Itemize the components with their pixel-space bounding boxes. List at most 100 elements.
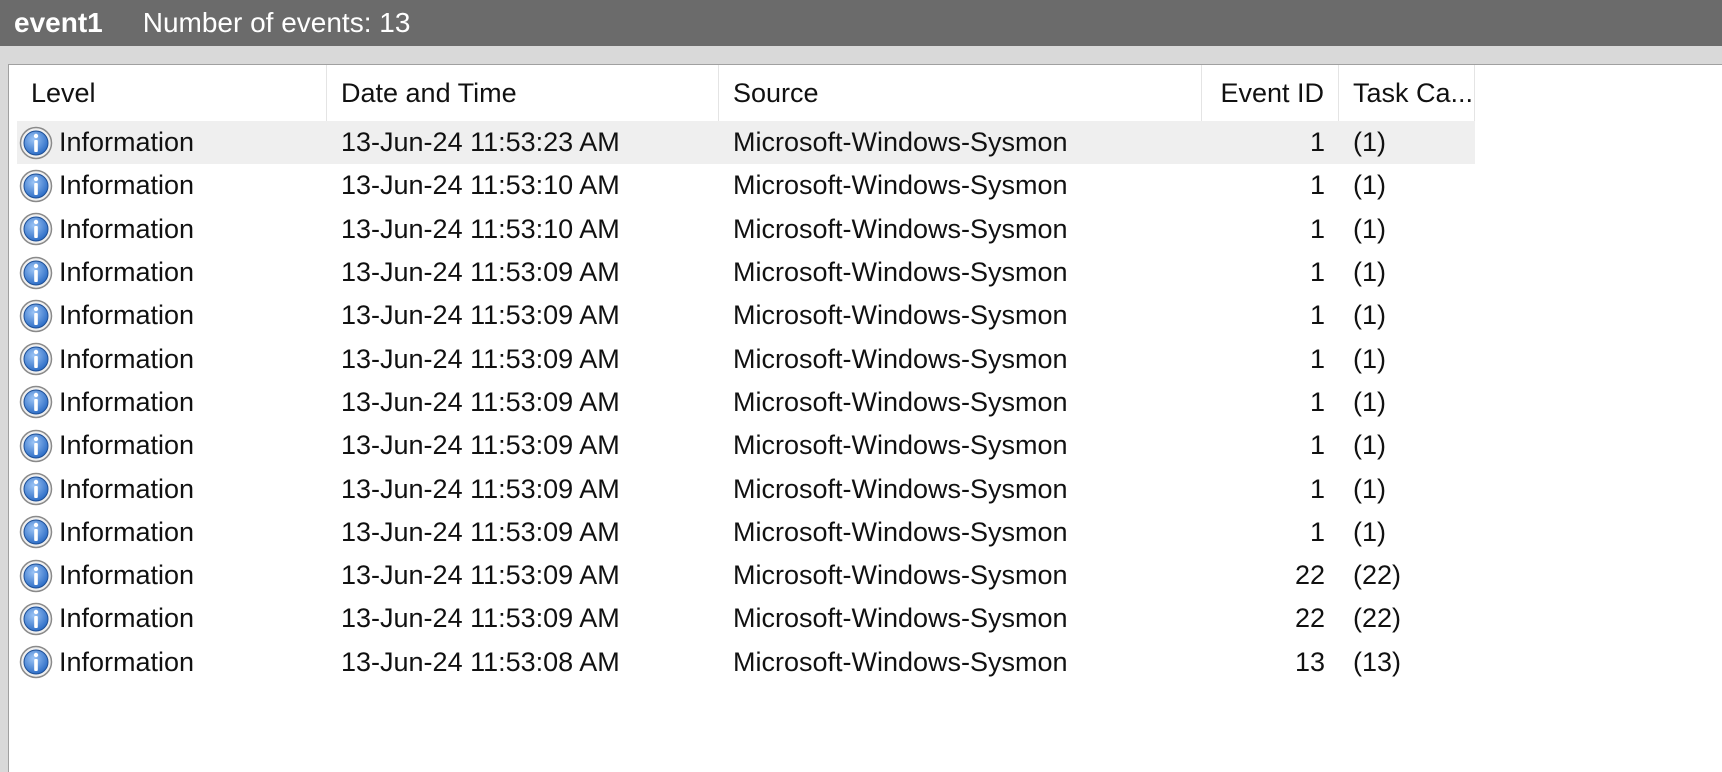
- cell-task-category: (1): [1353, 170, 1386, 201]
- cell-event-id: 1: [1309, 386, 1325, 417]
- table-row[interactable]: Information 13-Jun-24 11:53:09 AM Microsof…: [17, 294, 1475, 337]
- info-icon: [19, 602, 53, 636]
- cell-task-category: (13): [1353, 646, 1402, 677]
- cell-level: Information: [17, 472, 327, 506]
- level-label: Information: [59, 430, 195, 461]
- info-icon: [19, 472, 53, 506]
- cell-date-time: 13-Jun-24 11:53:23 AM: [341, 127, 620, 158]
- cell-task-category: (22): [1353, 560, 1402, 591]
- cell-source: Microsoft-Windows-Sysmon: [733, 646, 1068, 677]
- cell-task-category: (1): [1353, 257, 1386, 288]
- table-row[interactable]: Information 13-Jun-24 11:53:09 AM Microsof…: [17, 424, 1475, 467]
- column-header-date-time[interactable]: Date and Time: [327, 65, 719, 121]
- cell-date-time: 13-Jun-24 11:53:09 AM: [341, 257, 620, 288]
- info-icon: [19, 429, 53, 463]
- table-row[interactable]: Information 13-Jun-24 11:53:09 AM Microsof…: [17, 554, 1475, 597]
- event-count: Number of events: 13: [142, 7, 411, 38]
- log-title-bar: event1 Number of events: 13: [0, 0, 1722, 46]
- table-row[interactable]: Information 13-Jun-24 11:53:10 AM Microsof…: [17, 208, 1475, 251]
- level-label: Information: [59, 516, 195, 547]
- cell-source: Microsoft-Windows-Sysmon: [733, 300, 1068, 331]
- cell-level: Information: [17, 299, 327, 333]
- cell-task-category: (1): [1353, 300, 1386, 331]
- level-label: Information: [59, 473, 195, 504]
- info-icon: [19, 212, 53, 246]
- cell-task-category: (1): [1353, 343, 1386, 374]
- table-body: Information 13-Jun-24 11:53:23 AM Microsof…: [17, 121, 1475, 684]
- cell-task-category: (1): [1353, 430, 1386, 461]
- cell-task-category: (1): [1353, 386, 1386, 417]
- column-header-task-category[interactable]: Task Ca...: [1339, 65, 1475, 121]
- cell-event-id: 1: [1309, 343, 1325, 374]
- cell-event-id: 1: [1309, 257, 1325, 288]
- cell-event-id: 1: [1309, 516, 1325, 547]
- cell-event-id: 1: [1309, 473, 1325, 504]
- cell-date-time: 13-Jun-24 11:53:10 AM: [341, 170, 620, 201]
- table-row[interactable]: Information 13-Jun-24 11:53:09 AM Microsof…: [17, 381, 1475, 424]
- table-row[interactable]: Information 13-Jun-24 11:53:09 AM Microsof…: [17, 251, 1475, 294]
- table-row[interactable]: Information 13-Jun-24 11:53:23 AM Microsof…: [17, 121, 1475, 165]
- info-icon: [19, 342, 53, 376]
- level-label: Information: [59, 646, 195, 677]
- level-label: Information: [59, 386, 195, 417]
- column-header-event-id[interactable]: Event ID: [1202, 65, 1339, 121]
- level-label: Information: [59, 560, 195, 591]
- info-icon: [19, 256, 53, 290]
- info-icon: [19, 559, 53, 593]
- cell-level: Information: [17, 602, 327, 636]
- cell-event-id: 1: [1309, 300, 1325, 331]
- info-icon: [19, 515, 53, 549]
- cell-task-category: (1): [1353, 213, 1386, 244]
- level-label: Information: [59, 343, 195, 374]
- cell-source: Microsoft-Windows-Sysmon: [733, 343, 1068, 374]
- column-header-source[interactable]: Source: [719, 65, 1202, 121]
- cell-source: Microsoft-Windows-Sysmon: [733, 386, 1068, 417]
- cell-date-time: 13-Jun-24 11:53:09 AM: [341, 430, 620, 461]
- cell-source: Microsoft-Windows-Sysmon: [733, 170, 1068, 201]
- cell-level: Information: [17, 559, 327, 593]
- cell-level: Information: [17, 385, 327, 419]
- cell-event-id: 22: [1294, 560, 1325, 591]
- cell-source: Microsoft-Windows-Sysmon: [733, 430, 1068, 461]
- cell-source: Microsoft-Windows-Sysmon: [733, 560, 1068, 591]
- level-label: Information: [59, 213, 195, 244]
- cell-date-time: 13-Jun-24 11:53:09 AM: [341, 386, 620, 417]
- cell-date-time: 13-Jun-24 11:53:08 AM: [341, 646, 620, 677]
- column-header-level[interactable]: Level: [17, 65, 327, 121]
- cell-source: Microsoft-Windows-Sysmon: [733, 603, 1068, 634]
- cell-level: Information: [17, 256, 327, 290]
- cell-date-time: 13-Jun-24 11:53:09 AM: [341, 603, 620, 634]
- cell-task-category: (22): [1353, 603, 1402, 634]
- panel-frame: Level Date and Time Source Event ID Task…: [0, 46, 1722, 772]
- table-row[interactable]: Information 13-Jun-24 11:53:09 AM Microsof…: [17, 337, 1475, 380]
- cell-level: Information: [17, 429, 327, 463]
- info-icon: [19, 169, 53, 203]
- cell-event-id: 22: [1294, 603, 1325, 634]
- level-label: Information: [59, 300, 195, 331]
- table-row[interactable]: Information 13-Jun-24 11:53:10 AM Microsof…: [17, 164, 1475, 207]
- cell-level: Information: [17, 169, 327, 203]
- info-icon: [19, 126, 53, 160]
- cell-date-time: 13-Jun-24 11:53:09 AM: [341, 473, 620, 504]
- level-label: Information: [59, 603, 195, 634]
- table-row[interactable]: Information 13-Jun-24 11:53:09 AM Microsof…: [17, 597, 1475, 640]
- cell-level: Information: [17, 212, 327, 246]
- cell-date-time: 13-Jun-24 11:53:09 AM: [341, 560, 620, 591]
- cell-source: Microsoft-Windows-Sysmon: [733, 213, 1068, 244]
- level-label: Information: [59, 127, 195, 158]
- cell-source: Microsoft-Windows-Sysmon: [733, 257, 1068, 288]
- cell-date-time: 13-Jun-24 11:53:09 AM: [341, 300, 620, 331]
- cell-level: Information: [17, 515, 327, 549]
- info-icon: [19, 385, 53, 419]
- table-row[interactable]: Information 13-Jun-24 11:53:08 AM Microsof…: [17, 641, 1475, 684]
- event-viewer-window: event1 Number of events: 13 Level Date a…: [0, 0, 1722, 772]
- cell-event-id: 1: [1309, 430, 1325, 461]
- cell-date-time: 13-Jun-24 11:53:09 AM: [341, 516, 620, 547]
- cell-level: Information: [17, 126, 327, 160]
- cell-date-time: 13-Jun-24 11:53:09 AM: [341, 343, 620, 374]
- table-row[interactable]: Information 13-Jun-24 11:53:09 AM Microsof…: [17, 467, 1475, 510]
- cell-task-category: (1): [1353, 473, 1386, 504]
- table-row[interactable]: Information 13-Jun-24 11:53:09 AM Microsof…: [17, 511, 1475, 554]
- info-icon: [19, 299, 53, 333]
- level-label: Information: [59, 170, 195, 201]
